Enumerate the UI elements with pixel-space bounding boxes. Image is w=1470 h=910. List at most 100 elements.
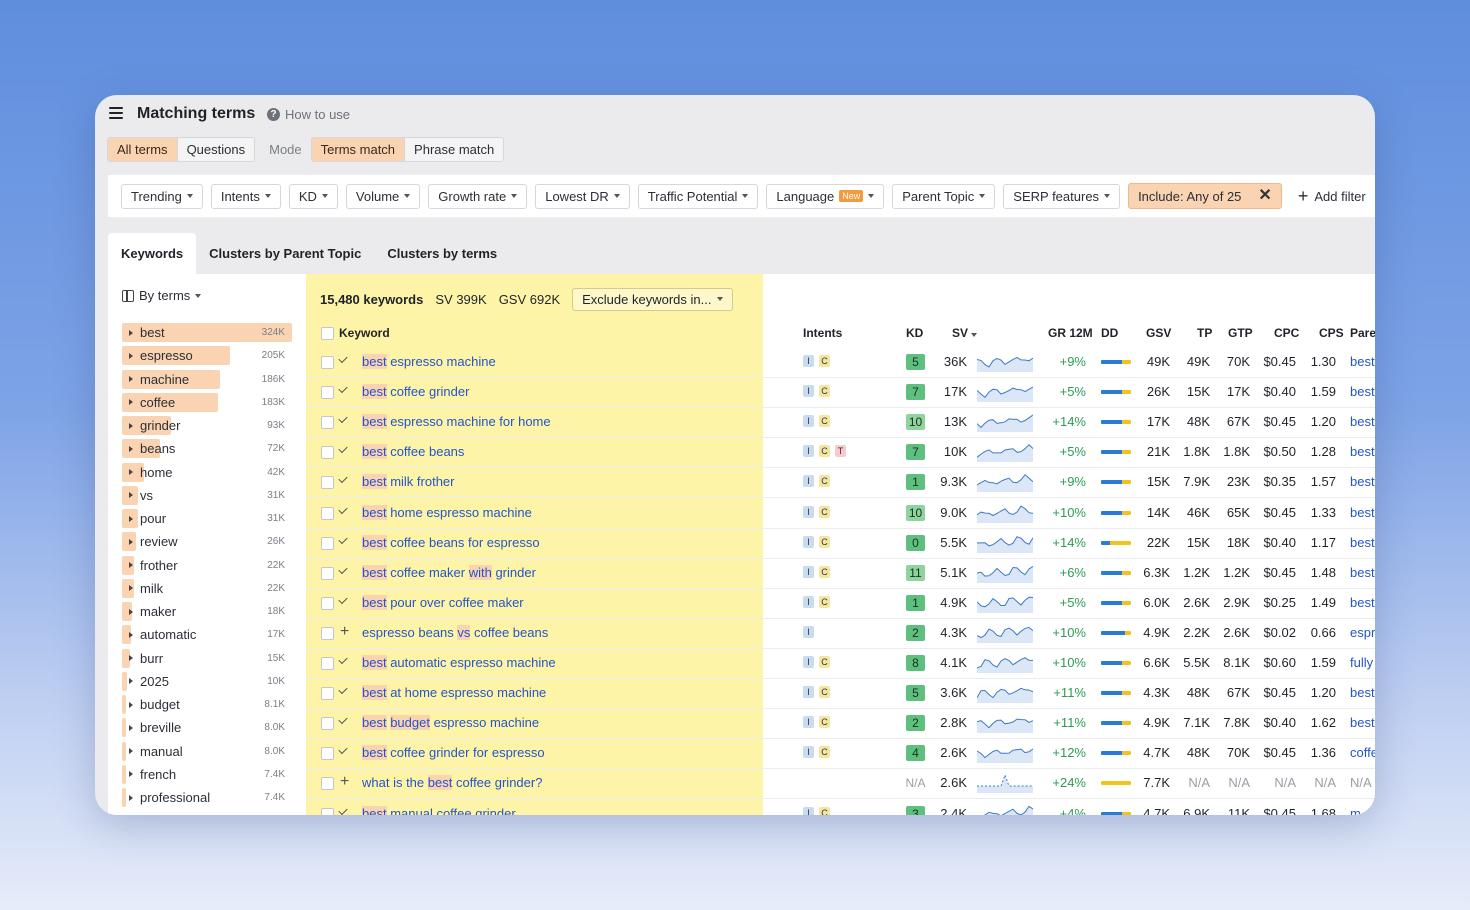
caret-right-icon[interactable] xyxy=(129,701,133,708)
table-row[interactable]: best coffee grinder for espresso I C 4 2.6K +… xyxy=(306,738,1375,770)
keyword-link[interactable]: best milk frother xyxy=(362,474,454,490)
col-parent-topic[interactable]: Pare xyxy=(1350,326,1375,340)
added-check-icon[interactable] xyxy=(338,745,348,755)
row-checkbox[interactable] xyxy=(321,807,334,815)
table-row[interactable]: best automatic espresso machine I C 8 4.1K +1… xyxy=(306,648,1375,679)
row-checkbox[interactable] xyxy=(321,596,334,610)
select-all-checkbox[interactable] xyxy=(321,327,334,340)
filter-language[interactable]: Language New xyxy=(766,183,885,209)
row-checkbox[interactable] xyxy=(321,446,334,460)
table-row[interactable]: best coffee beans for espresso I C 0 5.5K +14… xyxy=(306,528,1375,559)
term-item[interactable]: burr 15K xyxy=(122,647,292,670)
parent-topic-link[interactable]: fully xyxy=(1350,655,1373,670)
parent-topic-link[interactable]: best xyxy=(1350,715,1375,730)
row-checkbox[interactable] xyxy=(321,536,334,550)
table-row[interactable]: best home espresso machine I C 10 9.0K +10% 14… xyxy=(306,498,1375,529)
added-check-icon[interactable] xyxy=(338,504,348,514)
caret-right-icon[interactable] xyxy=(129,631,133,638)
add-filter-button[interactable]: + Add filter xyxy=(1298,186,1366,207)
parent-topic-link[interactable]: best xyxy=(1350,384,1375,399)
keyword-link[interactable]: best coffee beans xyxy=(362,444,464,460)
col-tp[interactable]: TP xyxy=(1197,326,1212,340)
term-item[interactable]: review 26K xyxy=(122,530,292,553)
exclude-keywords-dropdown[interactable]: Exclude keywords in... xyxy=(572,287,734,311)
row-checkbox[interactable] xyxy=(321,657,334,670)
table-row[interactable]: best milk frother I C 1 9.3K +9% 15K 7.9K 23K $0.… xyxy=(306,467,1375,499)
filter-kd[interactable]: KD xyxy=(288,183,338,209)
by-terms-dropdown[interactable]: By terms xyxy=(122,288,202,303)
row-checkbox[interactable] xyxy=(321,717,334,731)
parent-topic-link[interactable]: best xyxy=(1350,444,1375,459)
added-check-icon[interactable] xyxy=(338,474,348,484)
row-checkbox[interactable] xyxy=(321,416,334,430)
row-checkbox[interactable] xyxy=(321,747,334,761)
term-item[interactable]: pour 31K xyxy=(122,507,292,530)
table-row[interactable]: + what is the best coffee grinder? N/A 2.6K… xyxy=(306,768,1375,800)
row-checkbox[interactable] xyxy=(321,506,334,520)
keyword-link[interactable]: best automatic espresso machine xyxy=(362,655,556,670)
parent-topic-link[interactable]: espr xyxy=(1350,625,1375,640)
added-check-icon[interactable] xyxy=(338,353,348,364)
col-sv[interactable]: SV xyxy=(952,326,978,340)
table-row[interactable]: + espresso beans vs coffee beans I 2 4.3K +10… xyxy=(306,618,1375,649)
caret-right-icon[interactable] xyxy=(129,376,133,383)
parent-topic-link[interactable]: best xyxy=(1350,535,1375,550)
col-kd[interactable]: KD xyxy=(906,326,923,340)
filter-trending[interactable]: Trending xyxy=(121,183,203,209)
filter-growth-rate[interactable]: Growth rate xyxy=(428,183,528,209)
table-row[interactable]: best at home espresso machine I C 5 3.6K +11%… xyxy=(306,678,1375,710)
term-item[interactable]: french 7.4K xyxy=(122,763,292,786)
caret-right-icon[interactable] xyxy=(129,422,133,429)
added-check-icon[interactable] xyxy=(338,383,348,394)
keyword-link[interactable]: best budget espresso machine xyxy=(362,715,539,731)
caret-right-icon[interactable] xyxy=(129,329,133,336)
parent-topic-link[interactable]: best xyxy=(1350,414,1375,429)
table-row[interactable]: best manual coffee grinder I C 3 2.4K +4% 4.7K… xyxy=(306,799,1375,815)
keyword-link[interactable]: best coffee beans for espresso xyxy=(362,534,540,550)
tab-clusters-parent-topic[interactable]: Clusters by Parent Topic xyxy=(196,233,374,274)
term-item[interactable]: machine 186K xyxy=(122,368,292,391)
keyword-link[interactable]: best at home espresso machine xyxy=(362,685,546,701)
keyword-link[interactable]: best coffee maker with grinder xyxy=(362,564,536,580)
parent-topic-link[interactable]: best xyxy=(1350,474,1375,489)
col-gsv[interactable]: GSV xyxy=(1146,326,1171,340)
term-item[interactable]: milk 22K xyxy=(122,577,292,600)
added-check-icon[interactable] xyxy=(338,444,348,454)
tab-clusters-terms[interactable]: Clusters by terms xyxy=(374,233,510,274)
keyword-link[interactable]: best pour over coffee maker xyxy=(362,594,524,610)
caret-right-icon[interactable] xyxy=(129,515,133,522)
parent-topic-link[interactable]: coffe xyxy=(1350,745,1375,760)
table-row[interactable]: best budget espresso machine I C 2 2.8K +11% 4… xyxy=(306,708,1375,740)
term-item[interactable]: frother 22K xyxy=(122,554,292,577)
filter-parent-topic[interactable]: Parent Topic xyxy=(892,183,996,209)
col-dd[interactable]: DD xyxy=(1101,326,1118,340)
include-filter[interactable]: Include: Any of 25 ✕ xyxy=(1128,183,1282,209)
questions-button[interactable]: Questions xyxy=(178,138,255,161)
keyword-link[interactable]: best coffee grinder xyxy=(362,384,469,400)
filter-intents[interactable]: Intents xyxy=(210,183,281,209)
caret-right-icon[interactable] xyxy=(129,469,133,476)
parent-topic-link[interactable]: N/A xyxy=(1350,775,1372,790)
terms-match-button[interactable]: Terms match xyxy=(311,137,406,161)
term-item[interactable]: vs 31K xyxy=(122,484,292,507)
term-item[interactable]: 2025 10K xyxy=(122,670,292,693)
keyword-link[interactable]: espresso beans vs coffee beans xyxy=(362,624,548,640)
menu-icon[interactable] xyxy=(109,107,123,119)
row-checkbox[interactable] xyxy=(321,777,334,791)
col-cpc[interactable]: CPC xyxy=(1274,326,1299,340)
table-row[interactable]: best espresso machine I C 5 36K +9% 49K 49K 70K $… xyxy=(306,347,1375,378)
caret-right-icon[interactable] xyxy=(129,748,133,755)
caret-right-icon[interactable] xyxy=(129,585,133,592)
term-item[interactable]: coffee 183K xyxy=(122,391,292,414)
added-check-icon[interactable] xyxy=(338,654,348,665)
term-item[interactable]: budget 8.1K xyxy=(122,693,292,716)
added-check-icon[interactable] xyxy=(338,715,348,725)
added-check-icon[interactable] xyxy=(338,805,348,815)
caret-right-icon[interactable] xyxy=(129,724,133,731)
row-checkbox[interactable] xyxy=(321,476,334,490)
term-item[interactable]: home 42K xyxy=(122,461,292,484)
caret-right-icon[interactable] xyxy=(129,608,133,615)
term-item[interactable]: manual 8.0K xyxy=(122,740,292,763)
caret-right-icon[interactable] xyxy=(129,794,133,801)
add-plus-icon[interactable]: + xyxy=(340,623,349,641)
